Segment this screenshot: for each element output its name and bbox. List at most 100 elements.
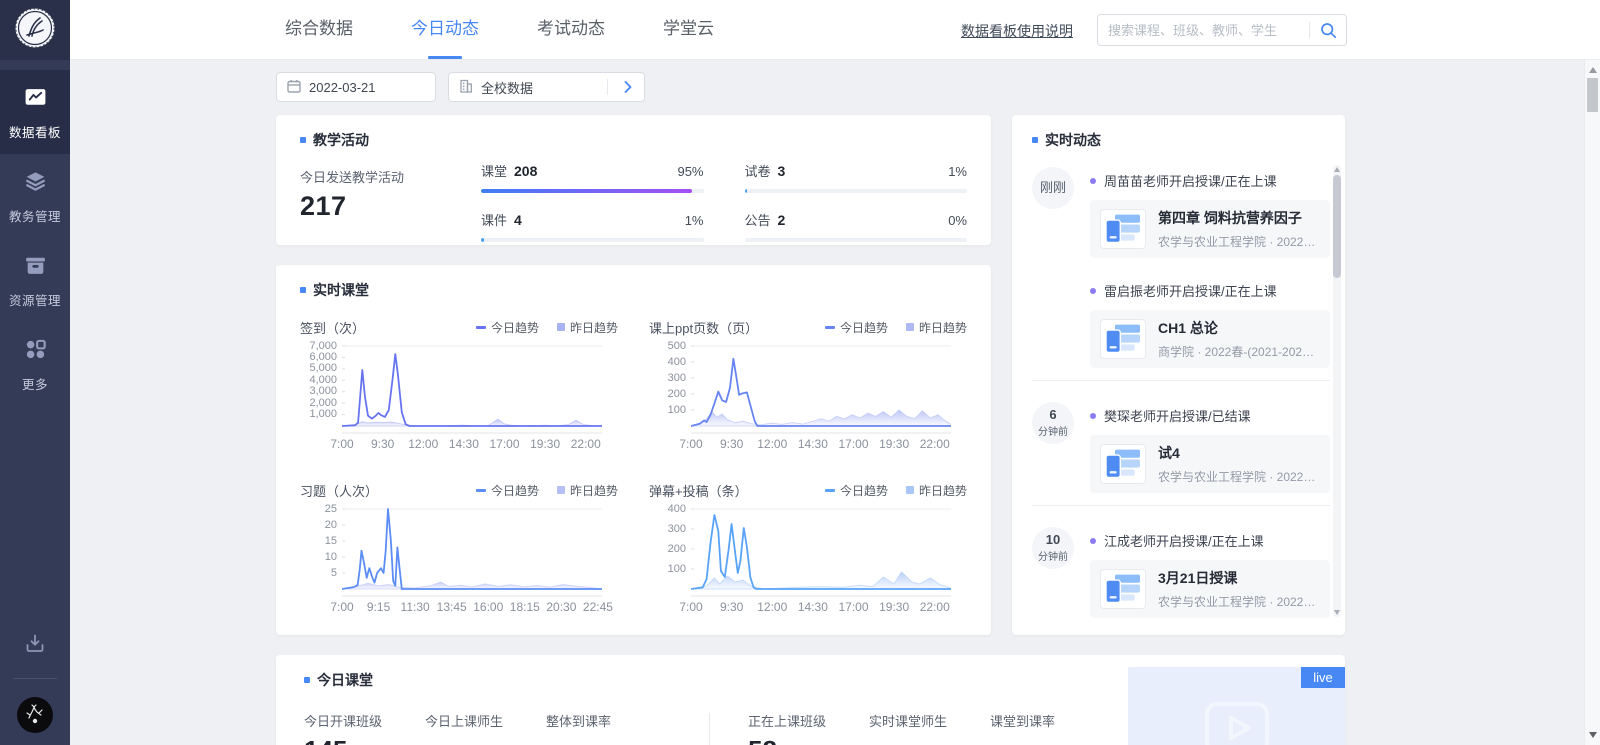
y-tick-label: 400 — [668, 504, 686, 515]
legend-yesterday-marker — [906, 486, 914, 494]
event-text: 樊琛老师开启授课/已结课 — [1104, 406, 1251, 425]
feed-group: 10 分钟前 江成老师开启授课/正在上课 — [1032, 505, 1330, 620]
stat-label: 今日开课班级 — [304, 711, 425, 730]
nav-tab[interactable]: 学堂云 — [663, 0, 714, 60]
scroll-down-icon[interactable] — [1589, 732, 1597, 738]
courseware-icon — [1100, 319, 1146, 359]
y-tick-label: 25 — [325, 504, 337, 515]
stat-label: 课堂到课率 — [990, 711, 1111, 730]
y-tick-label: 1,000 — [309, 409, 337, 420]
search-icon[interactable] — [1310, 15, 1346, 45]
stats-divider — [709, 713, 710, 745]
y-tick-label: 5 — [331, 568, 337, 579]
chart-plot — [342, 342, 602, 434]
legend-yesterday-label[interactable]: 昨日趋势 — [570, 482, 618, 499]
legend-today-label[interactable]: 今日趋势 — [491, 319, 539, 336]
user-avatar[interactable] — [17, 697, 53, 733]
x-axis: 7:009:3012:0014:3017:0019:3022:00 — [691, 437, 951, 452]
x-tick-label: 17:00 — [838, 437, 868, 451]
line-chart: 弹幕+投稿（条） 今日趋势 昨日趋势 — [649, 480, 967, 615]
x-tick-label: 11:30 — [401, 600, 430, 614]
stat-label: 整体到课率 — [546, 711, 667, 730]
time-badge-value: 10 — [1046, 533, 1060, 548]
live-video-thumbnail[interactable]: live — [1128, 667, 1345, 745]
y-tick-label: 7,000 — [309, 341, 337, 352]
x-tick-label: 14:30 — [798, 437, 828, 451]
scroll-up-icon[interactable] — [1589, 67, 1597, 73]
y-tick-label: 6,000 — [309, 352, 337, 363]
scope-select[interactable]: 全校数据 — [448, 72, 645, 102]
school-logo[interactable] — [0, 0, 70, 60]
stat-label: 实时课堂师生 — [869, 711, 990, 730]
course-card[interactable]: 3月21日授课 农学与农业工程学院 · 2022春... — [1090, 560, 1330, 618]
card-title: 实时课堂 — [300, 280, 967, 300]
x-tick-label: 22:00 — [920, 437, 950, 451]
legend-today-label[interactable]: 今日趋势 — [491, 482, 539, 499]
legend-yesterday-label[interactable]: 昨日趋势 — [570, 319, 618, 336]
page-scrollbar-thumb[interactable] — [1587, 78, 1598, 112]
sidebar-item-label: 数据看板 — [0, 122, 70, 141]
app-root: 数据看板 教务管理 资源管理 更多 — [0, 0, 1600, 745]
legend-yesterday-marker — [557, 323, 565, 331]
page-scrollbar[interactable] — [1584, 60, 1600, 745]
x-tick-label: 12:00 — [408, 437, 438, 451]
legend-today-label[interactable]: 今日趋势 — [840, 319, 888, 336]
feed-scrollbar[interactable] — [1333, 165, 1341, 617]
scroll-down-icon[interactable] — [1334, 610, 1340, 615]
nav-tab[interactable]: 考试动态 — [537, 0, 605, 60]
feed-scrollbar-thumb[interactable] — [1333, 175, 1341, 278]
nav-tab[interactable]: 今日动态 — [411, 0, 479, 60]
activity-stat: 试卷 3 1% — [745, 161, 968, 193]
stat-label: 课堂 — [481, 161, 507, 180]
course-meta: 农学与农业工程学院 · 2022春... — [1158, 593, 1320, 610]
sidebar-divider — [13, 678, 57, 679]
card-title: 实时动态 — [1032, 130, 1325, 150]
event-dot-icon — [1090, 538, 1096, 544]
today-class-card: 今日课堂 今日开课班级 145 今日上课师生 整体到课率 — [276, 655, 1345, 745]
x-tick-label: 20:30 — [546, 600, 576, 614]
realtime-feed-card: 实时动态 刚刚 — [1012, 115, 1345, 635]
sidebar-item-academic[interactable]: 教务管理 — [0, 154, 70, 238]
stat-value: 145 — [304, 737, 425, 745]
stat-value: 208 — [514, 163, 537, 179]
x-tick-label: 7:00 — [330, 437, 353, 451]
progress-bar — [745, 189, 968, 193]
chevron-right-icon[interactable] — [616, 81, 634, 93]
stat-label: 公告 — [745, 210, 771, 229]
search-input[interactable] — [1098, 23, 1309, 38]
chart-legend: 今日趋势 昨日趋势 — [476, 482, 618, 499]
legend-yesterday-label[interactable]: 昨日趋势 — [919, 319, 967, 336]
progress-fill — [481, 189, 692, 193]
legend-yesterday-marker — [906, 323, 914, 331]
sidebar-item-dashboard[interactable]: 数据看板 — [0, 70, 70, 154]
legend-today-marker — [476, 326, 486, 329]
stat-percent: 0% — [948, 213, 967, 228]
activity-stat: 课堂 208 95% — [481, 161, 704, 193]
stat-value: 2 — [778, 212, 786, 228]
sidebar-item-resource[interactable]: 资源管理 — [0, 238, 70, 322]
chart-legend: 今日趋势 昨日趋势 — [825, 319, 967, 336]
chart-plot — [691, 505, 951, 597]
progress-bar — [745, 238, 968, 242]
sidebar-item-more[interactable]: 更多 — [0, 322, 70, 406]
activity-total-label: 今日发送教学活动 — [300, 167, 481, 186]
legend-today-marker — [825, 489, 835, 492]
scroll-up-icon[interactable] — [1334, 167, 1340, 172]
help-link[interactable]: 数据看板使用说明 — [961, 21, 1073, 41]
nav-tab[interactable]: 综合数据 — [285, 0, 353, 60]
date-picker[interactable]: 2022-03-21 — [276, 72, 436, 102]
legend-today-label[interactable]: 今日趋势 — [840, 482, 888, 499]
event-dot-icon — [1090, 413, 1096, 419]
y-tick-label: 20 — [325, 520, 337, 531]
course-card[interactable]: 试4 农学与农业工程学院 · 2022春... — [1090, 435, 1330, 493]
x-tick-label: 12:00 — [757, 437, 787, 451]
legend-yesterday-label[interactable]: 昨日趋势 — [919, 482, 967, 499]
course-card[interactable]: CH1 总论 商学院 · 2022春-(2021-2022-... — [1090, 310, 1330, 368]
y-axis: 500400300200100 — [649, 342, 691, 452]
feed-scroll-area: 刚刚 周苗苗老师开启授课/正在上课 — [1032, 162, 1330, 620]
course-card[interactable]: 第四章 饲料抗营养因子 农学与农业工程学院 · 2022春... — [1090, 200, 1330, 258]
download-icon[interactable] — [23, 631, 47, 660]
play-icon[interactable] — [1204, 701, 1270, 745]
feed-group: 刚刚 周苗苗老师开启授课/正在上课 — [1032, 162, 1330, 380]
progress-bar — [481, 189, 704, 193]
